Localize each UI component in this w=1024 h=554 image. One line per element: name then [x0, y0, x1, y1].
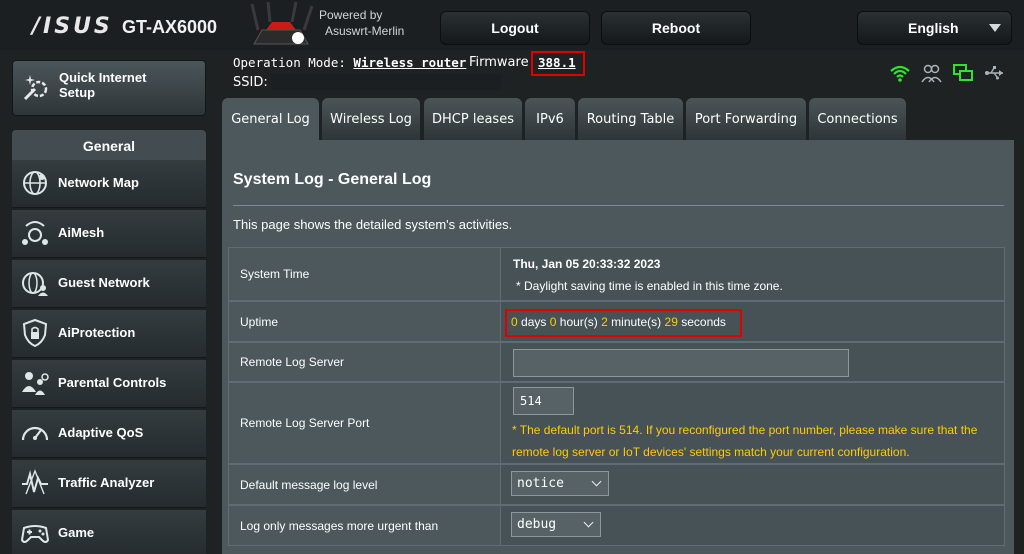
- ssid-label: SSID:: [233, 75, 268, 90]
- table-row-system-time: System Time Thu, Jan 05 20:33:32 2023 * …: [228, 247, 1005, 301]
- remote-port-input[interactable]: 514: [513, 387, 574, 415]
- uptime-seconds-unit: seconds: [681, 315, 726, 329]
- remote-log-server-cell: [500, 342, 1005, 382]
- aimesh-icon: [22, 221, 48, 245]
- tab-dhcp-leases[interactable]: DHCP leases: [424, 98, 522, 140]
- urgent-level-value: debug: [517, 517, 557, 532]
- operation-mode-label: Operation Mode:: [233, 55, 346, 70]
- system-time-cell: Thu, Jan 05 20:33:32 2023 * Daylight sav…: [500, 247, 1005, 301]
- sidebar-item-network-map[interactable]: Network Map: [12, 160, 206, 208]
- router-icon: [250, 1, 314, 45]
- table-row-remote-log-server: Remote Log Server: [228, 342, 1005, 382]
- caret-down-icon: [989, 24, 1001, 32]
- firmware-label: Firmware: [469, 55, 529, 70]
- urgent-level-label: Log only messages more urgent than: [228, 505, 500, 546]
- sidebar-item-aimesh[interactable]: AiMesh: [12, 210, 206, 258]
- dst-note: * Daylight saving time is enabled in thi…: [516, 279, 783, 293]
- quick-internet-setup-button[interactable]: Quick Internet Setup: [12, 60, 206, 116]
- system-time-label: System Time: [228, 247, 500, 301]
- tab-routing-table[interactable]: Routing Table: [578, 98, 683, 140]
- general-menu-header: General: [12, 130, 206, 160]
- traffic-analyzer-icon: [22, 469, 48, 495]
- sidebar-item-label: Parental Controls: [58, 375, 167, 390]
- globe-icon: [23, 171, 47, 195]
- language-value: English: [908, 20, 959, 36]
- default-level-select[interactable]: notice: [511, 471, 609, 496]
- asus-logo: /ISUS: [32, 14, 113, 39]
- table-row-default-level: Default message log level notice: [228, 464, 1005, 505]
- powered-by-name: Asuswrt-Merlin: [325, 24, 405, 38]
- urgent-level-cell: debug: [500, 505, 1005, 546]
- quick-internet-setup-label: Quick Internet Setup: [59, 70, 147, 100]
- page-title: System Log - General Log: [233, 171, 432, 188]
- uptime-seconds: 29: [664, 315, 678, 329]
- logout-button[interactable]: Logout: [440, 11, 590, 45]
- uptime-cell: 0 days 0 hour(s) 2 minute(s) 29 seconds: [500, 301, 1005, 342]
- uptime-label: Uptime: [228, 301, 500, 342]
- remote-port-label: Remote Log Server Port: [228, 382, 500, 464]
- router-model: GT-AX6000: [122, 17, 218, 37]
- language-select[interactable]: English: [857, 11, 1012, 45]
- sidebar-item-traffic-analyzer[interactable]: Traffic Analyzer: [12, 460, 206, 508]
- remote-port-note: * The default port is 514. If you reconf…: [512, 423, 978, 459]
- remote-port-cell: 514 * The default port is 514. If you re…: [500, 382, 1005, 464]
- tab-wireless-log[interactable]: Wireless Log: [322, 98, 420, 140]
- top-bar: /ISUS GT-AX6000 Powered by Asuswrt-Merli…: [0, 0, 1024, 50]
- clients-icon[interactable]: [920, 62, 942, 84]
- usb-icon[interactable]: [983, 62, 1005, 84]
- default-level-cell: notice: [500, 464, 1005, 505]
- chevron-down-icon: [591, 476, 602, 487]
- remote-log-server-label: Remote Log Server: [228, 342, 500, 382]
- firmware-version-link[interactable]: 388.1: [538, 55, 576, 70]
- wand-gear-icon: [23, 75, 48, 101]
- tab-ipv6[interactable]: IPv6: [525, 98, 575, 140]
- chevron-down-icon: [583, 517, 594, 528]
- sidebar-item-label: Guest Network: [58, 275, 150, 290]
- system-time-value: Thu, Jan 05 20:33:32 2023: [513, 257, 661, 271]
- sidebar-item-parental-controls[interactable]: Parental Controls: [12, 360, 206, 408]
- gamepad-icon: [20, 525, 50, 543]
- urgent-level-select[interactable]: debug: [511, 512, 601, 537]
- sidebar-item-aiprotection[interactable]: AiProtection: [12, 310, 206, 358]
- wifi-icon[interactable]: [889, 62, 911, 84]
- sidebar-item-game[interactable]: Game: [12, 510, 206, 554]
- default-level-value: notice: [517, 476, 564, 491]
- sidebar-item-label: AiMesh: [58, 225, 105, 240]
- uptime-days-unit: days: [521, 315, 547, 329]
- uptime-minutes-unit: minute(s): [611, 315, 662, 329]
- sidebar-item-label: Game: [58, 525, 95, 540]
- uptime-days: 0: [511, 315, 518, 329]
- page-description: This page shows the detailed system's ac…: [233, 217, 513, 232]
- uptime-hours-unit: hour(s): [559, 315, 598, 329]
- ssid-value: [271, 74, 501, 90]
- sidebar-item-label: Network Map: [58, 175, 139, 190]
- tab-connections[interactable]: Connections: [809, 98, 906, 140]
- operation-mode-link[interactable]: Wireless router: [353, 55, 466, 70]
- parental-controls-icon: [22, 372, 49, 395]
- network-icon[interactable]: [952, 62, 974, 84]
- uptime-minutes: 2: [601, 315, 608, 329]
- tab-general-log[interactable]: General Log: [222, 98, 319, 140]
- guest-network-icon: [22, 272, 48, 296]
- remote-log-server-input[interactable]: [513, 349, 849, 377]
- sidebar-item-adaptive-qos[interactable]: Adaptive QoS: [12, 410, 206, 458]
- shield-lock-icon: [22, 318, 48, 348]
- table-row-urgent-level: Log only messages more urgent than debug: [228, 505, 1005, 546]
- uptime-value: 0 days 0 hour(s) 2 minute(s) 29 seconds: [511, 315, 726, 329]
- default-level-label: Default message log level: [228, 464, 500, 505]
- sidebar-item-label: AiProtection: [58, 325, 136, 340]
- tab-port-forwarding[interactable]: Port Forwarding: [686, 98, 806, 140]
- sidebar-item-label: Traffic Analyzer: [58, 475, 155, 490]
- gauge-icon: [21, 426, 49, 441]
- uptime-hours: 0: [549, 315, 557, 329]
- table-row-remote-port: Remote Log Server Port 514 * The default…: [228, 382, 1005, 464]
- powered-by-label: Powered by: [319, 8, 383, 22]
- sidebar-item-label: Adaptive QoS: [58, 425, 144, 440]
- sidebar-item-guest-network[interactable]: Guest Network: [12, 260, 206, 308]
- table-row-uptime: Uptime 0 days 0 hour(s) 2 minute(s) 29 s…: [228, 301, 1005, 342]
- title-divider: [233, 205, 1004, 206]
- reboot-button[interactable]: Reboot: [601, 11, 751, 45]
- operation-mode: Operation Mode: Wireless router: [233, 55, 466, 70]
